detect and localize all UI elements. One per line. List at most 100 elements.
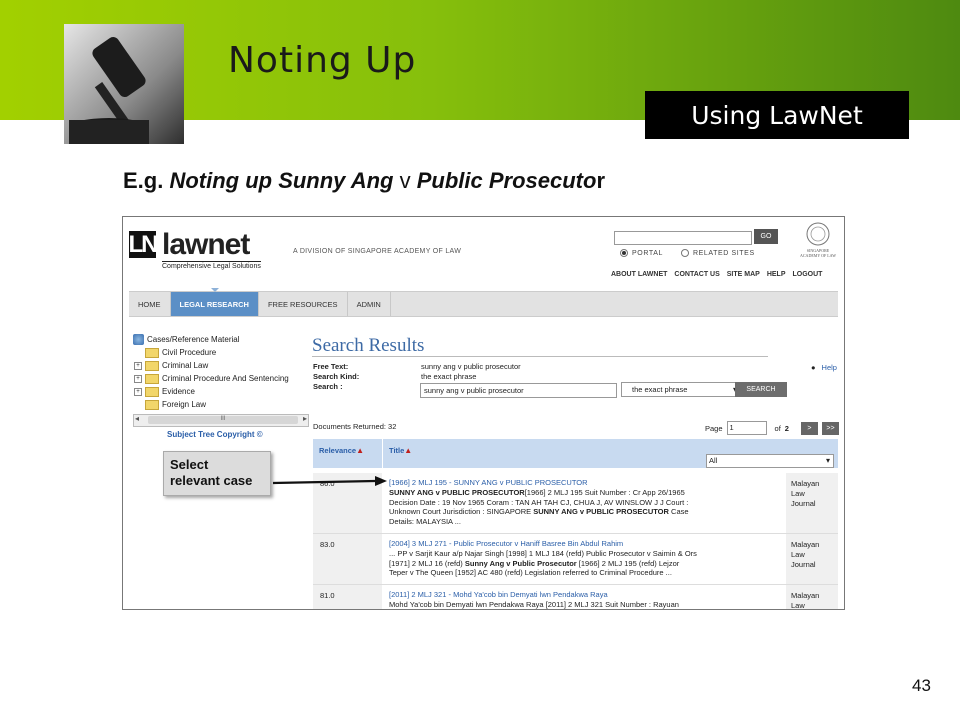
documents-returned: Documents Returned: 32 (313, 422, 397, 431)
nav-legal-research[interactable]: LEGAL RESEARCH (170, 288, 259, 316)
about-lawnet-link[interactable]: ABOUT LAWNET (611, 271, 667, 278)
contact-us-link[interactable]: CONTACT US (674, 271, 719, 278)
relevance-score: 81.0 (313, 585, 382, 609)
lawnet-wordmark: lawnet Comprehensive Legal Solutions (162, 230, 261, 270)
lawnet-screenshot: LN lawnet Comprehensive Legal Solutions … (122, 216, 845, 610)
slide-title: Noting Up (228, 40, 417, 81)
table-row[interactable]: 83.0 [2004] 3 MLJ 271 - Public Prosecuto… (313, 534, 838, 585)
title-header-label: Title (389, 446, 405, 455)
expand-plus-icon[interactable]: + (134, 387, 142, 396)
page-number-input[interactable]: 1 (726, 421, 767, 435)
page-total: 2 (784, 423, 789, 433)
lawnet-logo-mark: LN (128, 230, 159, 258)
tree-item-label: Civil Procedure (162, 348, 217, 357)
result-summary: [1966] 2 MLJ 195 - SUNNY ANG v PUBLIC PR… (383, 473, 785, 533)
heading-suffix: r (596, 168, 605, 193)
result-line: Decision Date : 19 Nov 1965 Coram : TAN … (389, 497, 689, 507)
nav-free-resources[interactable]: FREE RESOURCES (259, 292, 348, 316)
source-line: Law (791, 550, 805, 559)
title-column-header[interactable]: Title▲ (389, 446, 412, 455)
search-input[interactable]: sunny ang v public prosecutor (420, 383, 617, 398)
table-row[interactable]: 86.0 [1966] 2 MLJ 195 - SUNNY ANG v PUBL… (313, 473, 838, 534)
main-nav: HOME LEGAL RESEARCH FREE RESOURCES ADMIN (129, 288, 838, 317)
source-line: Journal (791, 560, 816, 569)
heading-divider (312, 356, 768, 357)
relevance-score: 83.0 (313, 534, 382, 584)
folder-icon (145, 360, 159, 371)
search-kind-row: Search Kind: the exact phrase (313, 372, 476, 381)
result-text: Unknown Court Jurisdiction : SINGAPORE (389, 507, 534, 517)
help-link-results[interactable]: ● Help (811, 363, 837, 372)
result-line: Unknown Court Jurisdiction : SINGAPORE S… (389, 507, 785, 517)
result-title-link[interactable]: [2011] 2 MLJ 321 - Mohd Ya'cob bin Demya… (389, 590, 785, 600)
related-sites-radio[interactable] (680, 249, 689, 257)
result-line: ... PP v Sarjit Kaur a/p Najar Singh [19… (389, 548, 697, 558)
gavel-icon (64, 24, 184, 144)
expand-plus-icon[interactable]: + (134, 374, 142, 383)
result-line: Details: MALAYSIA ... (389, 517, 461, 527)
result-source: Malayan Law Journal (786, 534, 838, 584)
next-page-button[interactable]: > (800, 421, 818, 435)
result-text: [1966] 2 MLJ 195 (refd) Lejzor (576, 558, 680, 568)
search-kind-select[interactable]: the exact phrase (621, 382, 741, 397)
header-divider (382, 439, 383, 468)
results-table-header: Relevance▲ Title▲ All (313, 439, 838, 468)
result-title-link[interactable]: [1966] 2 MLJ 195 - SUNNY ANG v PUBLIC PR… (389, 478, 785, 488)
tree-item-foreign-law[interactable]: Foreign Law (133, 398, 289, 411)
help-label: Help (821, 363, 837, 372)
nav-admin[interactable]: ADMIN (348, 292, 391, 316)
tree-root-label: Cases/Reference Material (147, 335, 240, 344)
source-filter-select[interactable]: All (706, 454, 834, 468)
tree-item-criminal-law[interactable]: + Criminal Law (133, 359, 289, 372)
source-line: Law (791, 489, 805, 498)
callout-arrow-icon (272, 476, 387, 486)
result-line: Mohd Ya'cob bin Demyati lwn Pendakwa Ray… (389, 599, 679, 609)
result-line: [1971] 2 MLJ 16 (refd) Sunny Ang v Publi… (389, 559, 785, 569)
heading-versus: v (393, 168, 417, 193)
free-text-label: Free Text: (313, 362, 349, 371)
tree-item-civil-procedure[interactable]: Civil Procedure (133, 346, 289, 359)
search-kind-value: the exact phrase (421, 372, 477, 381)
tree-item-criminal-procedure[interactable]: + Criminal Procedure And Sentencing (133, 372, 289, 385)
lawnet-logo[interactable]: LN lawnet Comprehensive Legal Solutions (128, 230, 261, 270)
relevance-column-header[interactable]: Relevance▲ (319, 446, 364, 455)
pager: Page 1 of 2 > >> (705, 421, 839, 435)
top-links: ABOUT LAWNET CONTACT US SITE MAP HELP LO… (611, 271, 822, 278)
logout-link[interactable]: LOGOUT (793, 271, 823, 278)
tree-item-label: Criminal Procedure And Sentencing (162, 374, 289, 383)
academy-seal-icon: SINGAPORE ACADEMY OF LAW (800, 222, 836, 258)
table-row[interactable]: 81.0 [2011] 2 MLJ 321 - Mohd Ya'cob bin … (313, 585, 838, 609)
using-lawnet-badge: Using LawNet (645, 91, 909, 139)
site-search-input[interactable] (614, 231, 752, 245)
result-line: Teper v The Queen [1952] AC 480 (refd) L… (389, 568, 672, 578)
source-line: Journal (791, 499, 816, 508)
tree-root[interactable]: Cases/Reference Material (133, 333, 289, 346)
page-label: Page (705, 423, 723, 433)
search-button[interactable]: SEARCH (735, 382, 787, 397)
books-icon (133, 334, 144, 345)
search-label: Search : (313, 382, 343, 391)
last-page-button[interactable]: >> (821, 421, 839, 435)
result-title-link[interactable]: [2004] 3 MLJ 271 - Public Prosecutor v H… (389, 539, 785, 549)
site-map-link[interactable]: SITE MAP (727, 271, 760, 278)
go-button[interactable]: GO (754, 229, 778, 244)
help-link[interactable]: HELP (767, 271, 786, 278)
relevance-header-label: Relevance (319, 446, 357, 455)
slide-number: 43 (912, 676, 931, 695)
division-text: A DIVISION OF SINGAPORE ACADEMY OF LAW (293, 248, 462, 255)
expand-plus-icon[interactable]: + (134, 361, 142, 370)
scroll-thumb[interactable]: III (148, 416, 298, 424)
tree-horizontal-scrollbar[interactable]: III (133, 414, 309, 427)
sal-seal: SINGAPORE ACADEMY OF LAW (798, 221, 838, 261)
tree-item-evidence[interactable]: + Evidence (133, 385, 289, 398)
result-text: [1966] 2 MLJ 195 Suit Number : Cr App 26… (524, 487, 685, 497)
subject-tree-copyright-link[interactable]: Subject Tree Copyright © (167, 430, 263, 439)
nav-home[interactable]: HOME (129, 292, 171, 316)
tree-item-label: Evidence (162, 387, 195, 396)
related-sites-label: RELATED SITES (692, 249, 755, 257)
search-kind-label: Search Kind: (313, 372, 360, 381)
portal-radio[interactable] (620, 249, 628, 257)
search-row: Search : (313, 382, 421, 391)
free-text-row: Free Text: sunny ang v public prosecutor (313, 362, 521, 371)
folder-icon (145, 347, 159, 358)
